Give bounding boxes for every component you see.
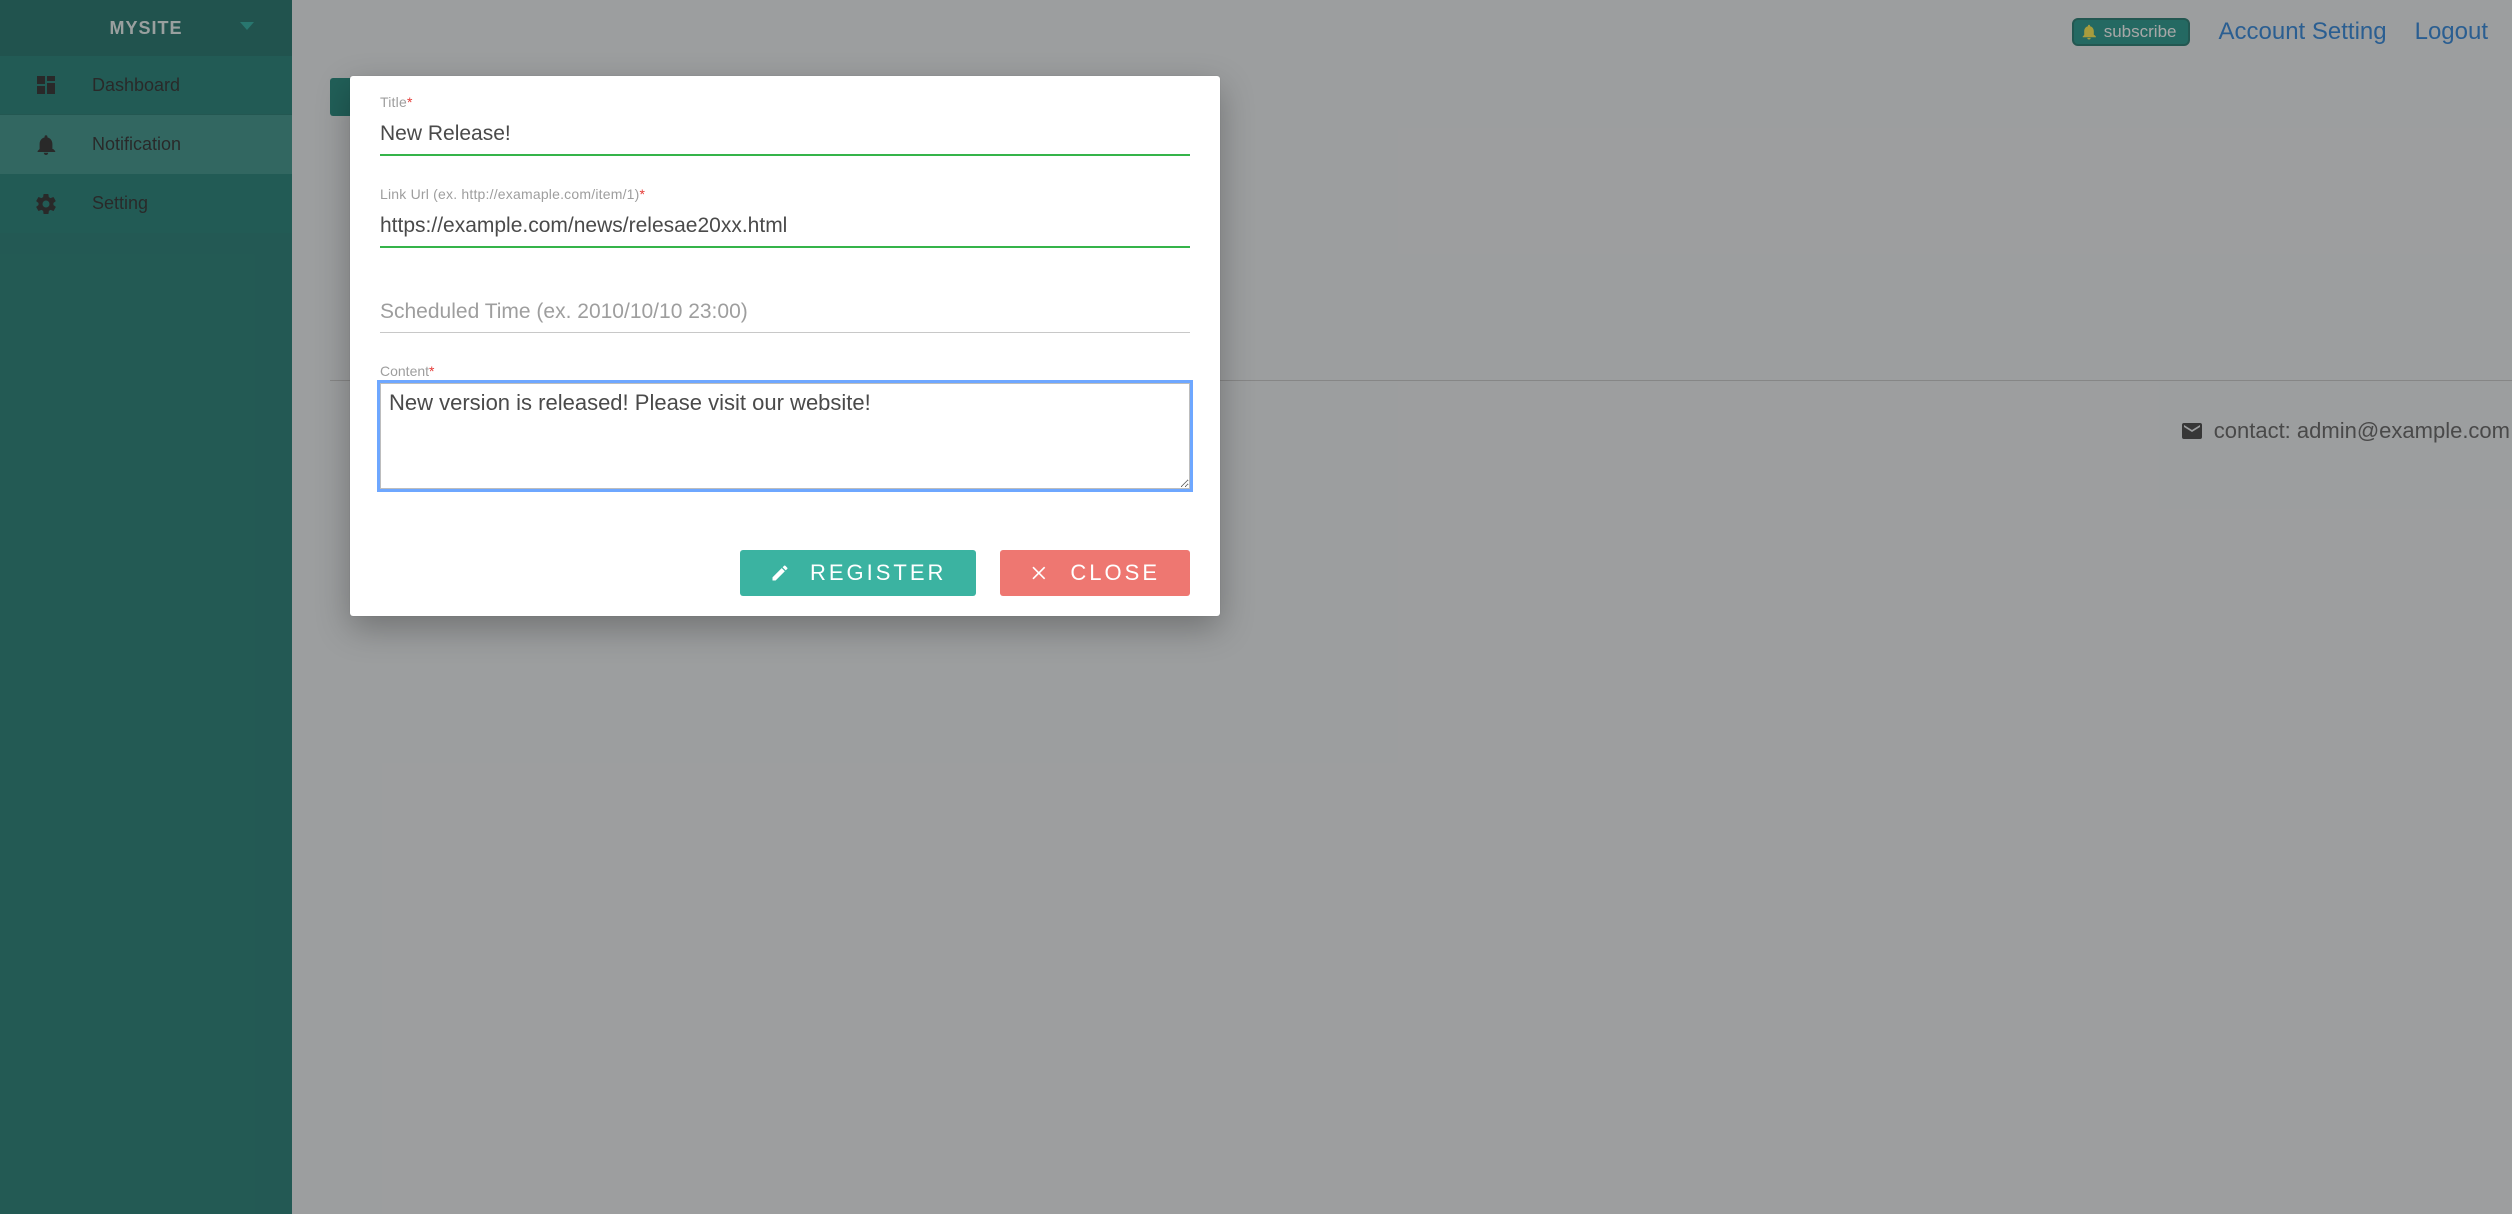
required-mark: * xyxy=(407,94,413,110)
title-label-text: Title xyxy=(380,94,407,110)
notification-modal: Title* Link Url (ex. http://examaple.com… xyxy=(350,76,1220,616)
field-title: Title* xyxy=(380,94,1190,156)
required-mark: * xyxy=(640,186,646,202)
link-label-text: Link Url (ex. http://examaple.com/item/1… xyxy=(380,186,640,202)
scheduled-time-input[interactable] xyxy=(380,288,1190,333)
content-label: Content* xyxy=(380,363,1190,379)
title-label: Title* xyxy=(380,94,1190,110)
modal-actions: REGISTER CLOSE xyxy=(380,550,1190,596)
field-content: Content* xyxy=(380,363,1190,494)
close-label: CLOSE xyxy=(1070,560,1160,586)
close-button[interactable]: CLOSE xyxy=(1000,550,1190,596)
content-textarea[interactable] xyxy=(380,383,1190,489)
register-label: REGISTER xyxy=(810,560,946,586)
register-button[interactable]: REGISTER xyxy=(740,550,976,596)
title-input[interactable] xyxy=(380,110,1190,156)
pencil-icon xyxy=(770,563,790,583)
close-icon xyxy=(1030,563,1050,583)
content-label-text: Content xyxy=(380,363,429,379)
field-scheduled-time xyxy=(380,288,1190,333)
link-input[interactable] xyxy=(380,202,1190,248)
field-link: Link Url (ex. http://examaple.com/item/1… xyxy=(380,186,1190,248)
link-label: Link Url (ex. http://examaple.com/item/1… xyxy=(380,186,1190,202)
required-mark: * xyxy=(429,363,434,379)
